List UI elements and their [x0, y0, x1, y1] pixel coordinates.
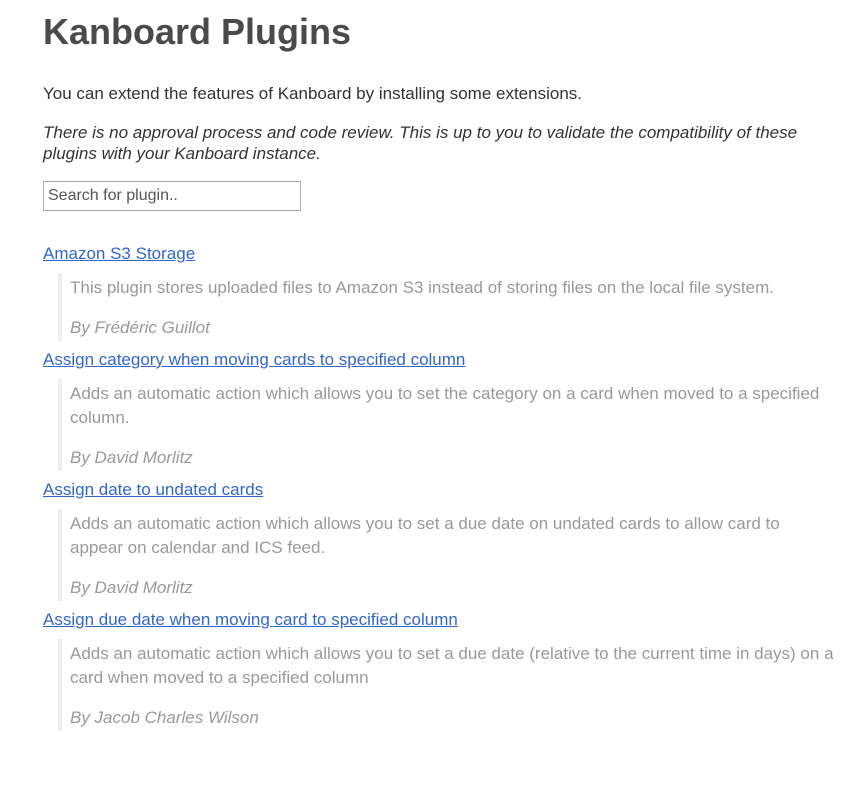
- plugin-list: Amazon S3 Storage This plugin stores upl…: [43, 243, 836, 731]
- plugin-description: This plugin stores uploaded files to Ama…: [70, 278, 774, 297]
- plugin-details: Adds an automatic action which allows yo…: [58, 509, 836, 601]
- plugin-title-link[interactable]: Assign category when moving cards to spe…: [43, 349, 465, 371]
- plugin-details: Adds an automatic action which allows yo…: [58, 639, 836, 731]
- plugin-author: By David Morlitz: [70, 448, 193, 467]
- plugin-author: By Frédéric Guillot: [70, 318, 210, 337]
- plugin-description: Adds an automatic action which allows yo…: [70, 644, 834, 687]
- page-title: Kanboard Plugins: [43, 11, 352, 52]
- plugin-author: By Jacob Charles Wilson: [70, 708, 259, 727]
- disclaimer-text: There is no approval process and code re…: [43, 123, 798, 163]
- plugin-title-link[interactable]: Assign date to undated cards: [43, 479, 263, 501]
- plugin-description: Adds an automatic action which allows yo…: [70, 514, 780, 557]
- plugin-title-link[interactable]: Assign due date when moving card to spec…: [43, 609, 458, 631]
- plugin-item: Assign date to undated cards Adds an aut…: [43, 479, 836, 601]
- plugin-item: Amazon S3 Storage This plugin stores upl…: [43, 243, 836, 341]
- page-content: Kanboard Plugins You can extend the feat…: [0, 0, 856, 731]
- intro-text: You can extend the features of Kanboard …: [43, 84, 583, 103]
- plugin-description: Adds an automatic action which allows yo…: [70, 384, 820, 427]
- plugin-item: Assign category when moving cards to spe…: [43, 349, 836, 471]
- plugin-item: Assign due date when moving card to spec…: [43, 609, 836, 731]
- plugin-details: Adds an automatic action which allows yo…: [58, 379, 836, 471]
- plugin-details: This plugin stores uploaded files to Ama…: [58, 273, 836, 341]
- plugin-author: By David Morlitz: [70, 578, 193, 597]
- plugin-title-link[interactable]: Amazon S3 Storage: [43, 243, 195, 265]
- plugin-search-input[interactable]: [43, 181, 301, 211]
